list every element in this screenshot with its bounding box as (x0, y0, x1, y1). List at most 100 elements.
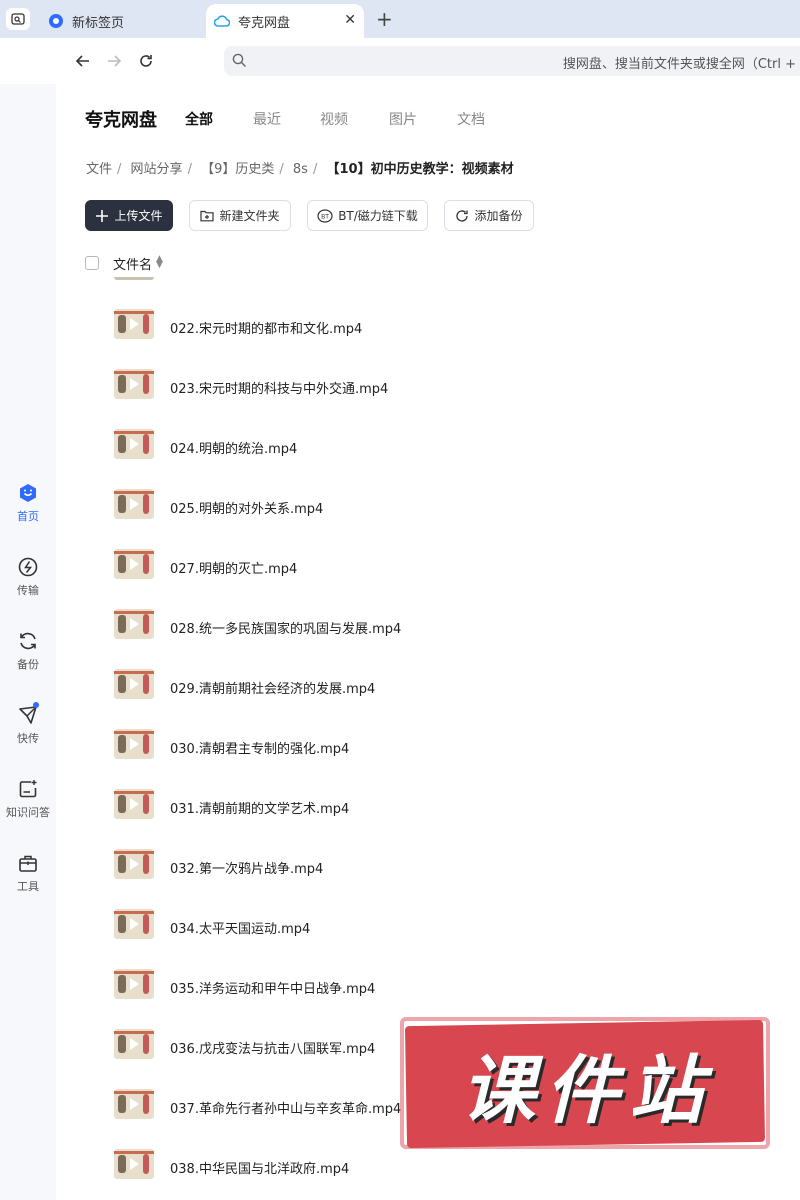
file-row[interactable]: 031.清朝前期的文学艺术.mp4 (56, 776, 800, 836)
video-thumbnail (114, 369, 154, 399)
breadcrumb-item[interactable]: 【9】历史类 (201, 162, 274, 177)
tab-search-icon (11, 13, 25, 25)
file-name: 025.明朝的对外关系.mp4 (170, 502, 324, 517)
breadcrumb-item[interactable]: 网站分享 (131, 162, 183, 177)
transfer-icon (18, 557, 38, 577)
file-row[interactable]: 028.统一多民族国家的巩固与发展.mp4 (56, 596, 800, 656)
folder-plus-icon (200, 209, 215, 222)
add-backup-label: 添加备份 (474, 209, 523, 223)
new-folder-button[interactable]: 新建文件夹 (189, 200, 291, 231)
play-icon (130, 558, 139, 570)
tab-documents[interactable]: 文档 (457, 109, 485, 129)
quark-logo-icon (48, 13, 64, 29)
close-icon[interactable]: ✕ (344, 12, 356, 28)
rail-label: 首页 (17, 510, 39, 523)
bt-icon: BT (317, 208, 333, 223)
play-icon (130, 1098, 139, 1110)
svg-text:BT: BT (321, 213, 329, 220)
file-name: 028.统一多民族国家的巩固与发展.mp4 (170, 622, 402, 637)
tab-video[interactable]: 视频 (320, 109, 348, 129)
file-name: 029.清朝前期社会经济的发展.mp4 (170, 682, 376, 697)
select-all-checkbox[interactable] (85, 256, 99, 270)
tab-search-button[interactable] (6, 8, 30, 30)
file-row[interactable]: 027.明朝的灭亡.mp4 (56, 536, 800, 596)
rail-item-home[interactable]: 首页 (0, 482, 56, 524)
breadcrumb-item[interactable]: 文件 (86, 162, 112, 177)
rail-label: 工具 (17, 880, 39, 893)
video-thumbnail (114, 1029, 154, 1059)
smile-cloud-icon (20, 484, 36, 502)
tab-new-tab[interactable]: 新标签页 (40, 4, 200, 38)
file-row[interactable]: 032.第一次鸦片战争.mp4 (56, 836, 800, 896)
rail-item-qa[interactable]: 知识问答 (0, 778, 56, 820)
video-thumbnail (114, 489, 154, 519)
video-thumbnail (114, 729, 154, 759)
forward-button[interactable] (103, 50, 125, 72)
play-icon (130, 1038, 139, 1050)
play-icon (130, 918, 139, 930)
reload-icon (140, 55, 152, 67)
cloud-drive-icon (214, 13, 230, 29)
tab-images[interactable]: 图片 (389, 109, 417, 129)
arrow-left-icon (75, 55, 89, 67)
file-row[interactable]: 023.宋元时期的科技与中外交通.mp4 (56, 356, 800, 416)
column-filename[interactable]: 文件名 (113, 254, 152, 273)
upload-button[interactable]: 上传文件 (85, 200, 173, 231)
breadcrumb: 文件 / 网站分享 / 【9】历史类/ 8s / 【10】初中历史教学：视频素材 (86, 162, 514, 177)
video-thumbnail (114, 309, 154, 339)
rail-item-quick-send[interactable]: 快传 (0, 702, 56, 746)
video-thumbnail (114, 969, 154, 999)
file-name: 030.清朝君主专制的强化.mp4 (170, 742, 350, 757)
play-icon (130, 858, 139, 870)
file-name: 038.中华民国与北洋政府.mp4 (170, 1162, 350, 1177)
brand-title: 夸克网盘 (85, 110, 157, 131)
rail-item-tools[interactable]: 工具 (0, 852, 56, 894)
file-row[interactable]: 029.清朝前期社会经济的发展.mp4 (56, 656, 800, 716)
reload-button[interactable] (135, 50, 157, 72)
sort-icon[interactable]: ▲ ▼ (156, 255, 163, 270)
video-thumbnail (114, 429, 154, 459)
add-backup-button[interactable]: 添加备份 (444, 200, 534, 231)
rail-item-backup[interactable]: 备份 (0, 630, 56, 672)
file-name: 036.戊戌变法与抗击八国联军.mp4 (170, 1042, 376, 1057)
file-name: 037.革命先行者孙中山与辛亥革命.mp4 (170, 1102, 402, 1117)
bt-download-button[interactable]: BT BT/磁力链下载 (307, 200, 428, 231)
backup-icon (20, 632, 36, 650)
play-icon (130, 738, 139, 750)
file-name: 035.洋务运动和甲午中日战争.mp4 (170, 982, 376, 997)
file-row[interactable]: 024.明朝的统治.mp4 (56, 416, 800, 476)
rail-item-transfer[interactable]: 传输 (0, 556, 56, 598)
rail-label: 备份 (17, 658, 39, 671)
back-button[interactable] (72, 50, 94, 72)
search-icon (232, 53, 246, 67)
new-tab-button[interactable]: + (376, 7, 393, 31)
tab-all[interactable]: 全部 (185, 109, 213, 129)
file-name: 034.太平天国运动.mp4 (170, 922, 311, 937)
upload-label: 上传文件 (114, 209, 163, 223)
file-row[interactable]: 022.宋元时期的都市和文化.mp4 (56, 296, 800, 356)
video-thumbnail (114, 609, 154, 639)
play-icon (130, 498, 139, 510)
file-row[interactable]: 025.明朝的对外关系.mp4 (56, 476, 800, 536)
video-thumbnail (114, 549, 154, 579)
file-name: 031.清朝前期的文学艺术.mp4 (170, 802, 350, 817)
tab-title: 夸克网盘 (238, 15, 291, 31)
play-icon (130, 798, 139, 810)
partial-row-thumbnail (114, 277, 154, 280)
tab-quark-drive[interactable]: 夸克网盘 ✕ (206, 4, 364, 38)
play-icon (130, 618, 139, 630)
breadcrumb-item[interactable]: 8s (293, 162, 308, 177)
address-bar[interactable]: 搜网盘、搜当前文件夹或搜全网（Ctrl + (224, 46, 800, 76)
watermark-stamp: 课件站 (400, 1015, 770, 1150)
rail-label: 快传 (17, 732, 39, 745)
file-row[interactable]: 034.太平天国运动.mp4 (56, 896, 800, 956)
file-name: 023.宋元时期的科技与中外交通.mp4 (170, 382, 389, 397)
tab-title: 新标签页 (72, 15, 125, 31)
video-thumbnail (114, 1149, 154, 1179)
tab-recent[interactable]: 最近 (253, 109, 281, 129)
rail-label: 传输 (17, 584, 39, 597)
file-row[interactable]: 035.洋务运动和甲午中日战争.mp4 (56, 956, 800, 1016)
file-name: 032.第一次鸦片战争.mp4 (170, 862, 324, 877)
video-thumbnail (114, 909, 154, 939)
file-row[interactable]: 030.清朝君主专制的强化.mp4 (56, 716, 800, 776)
